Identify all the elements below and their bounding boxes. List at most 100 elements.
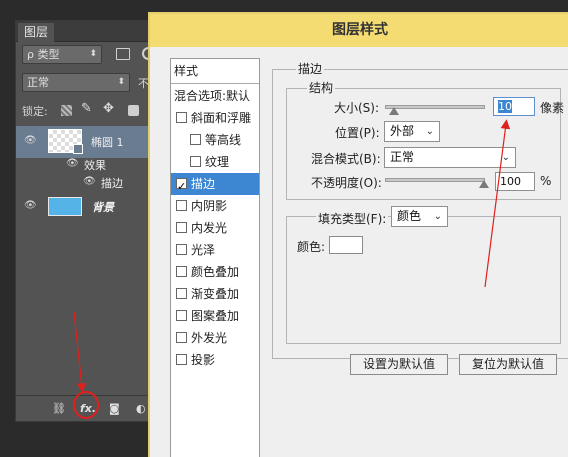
set-default-button[interactable]: 设置为默认值 xyxy=(350,354,448,375)
layer-filter-label: ρ 类型 xyxy=(27,48,60,61)
eye-icon[interactable]: 👁 xyxy=(24,200,37,211)
fill-group xyxy=(286,216,561,344)
eye-icon[interactable]: 👁 xyxy=(24,135,37,146)
style-item-12[interactable]: 外发光 xyxy=(171,327,259,349)
position-label: 位置(P): xyxy=(335,126,380,140)
style-item-4[interactable]: 纹理 xyxy=(171,151,259,173)
style-item-6[interactable]: 内阴影 xyxy=(171,195,259,217)
style-item-label: 斜面和浮雕 xyxy=(191,111,252,125)
style-checkbox[interactable] xyxy=(190,134,201,145)
style-item-label: 渐变叠加 xyxy=(191,287,240,301)
style-checkbox[interactable] xyxy=(176,354,187,365)
style-item-9[interactable]: 颜色叠加 xyxy=(171,261,259,283)
style-item-1[interactable]: 混合选项:默认 xyxy=(171,85,259,107)
lock-all-icon[interactable] xyxy=(128,105,139,116)
adjustment-layer-icon[interactable]: ◐ xyxy=(136,402,146,416)
size-value: 10 xyxy=(498,100,512,113)
size-slider[interactable] xyxy=(385,105,485,109)
style-item-5[interactable]: 描边 xyxy=(171,173,259,198)
style-item-label: 图案叠加 xyxy=(191,309,240,323)
style-checkbox[interactable] xyxy=(176,200,187,211)
style-checkbox[interactable] xyxy=(176,288,187,299)
add-mask-icon[interactable]: ◙ xyxy=(109,402,120,416)
lock-brush-icon[interactable]: ✎ xyxy=(81,101,92,116)
style-checkbox[interactable] xyxy=(176,176,187,198)
style-item-label: 等高线 xyxy=(205,133,242,147)
style-item-label: 混合选项:默认 xyxy=(174,89,251,103)
style-item-label: 投影 xyxy=(191,353,216,367)
stroke-section-title: 描边 xyxy=(296,60,325,77)
opacity-slider[interactable] xyxy=(385,178,485,182)
layer-thumbnail xyxy=(48,197,82,216)
tab-layers[interactable]: 图层 xyxy=(18,23,54,42)
layer-name: 背景 xyxy=(92,201,114,214)
styles-header-label: 样式 xyxy=(174,64,199,78)
style-item-label: 颜色叠加 xyxy=(191,265,240,279)
fill-type-select[interactable]: 颜色 ⌄ xyxy=(391,206,448,227)
position-select[interactable]: 外部 ⌄ xyxy=(384,121,440,142)
size-slider-thumb[interactable] xyxy=(389,107,399,115)
eye-icon[interactable]: 👁 xyxy=(83,176,96,187)
layers-tab-bar: 图层 xyxy=(16,21,166,42)
shape-badge-icon xyxy=(73,144,83,154)
effects-row[interactable]: 👁 效果 xyxy=(16,156,166,174)
chevron-down-icon: ⬍ xyxy=(117,77,125,87)
blend-mode-select[interactable]: 正常 ⌄ xyxy=(384,147,516,168)
layer-row-background[interactable]: 👁 背景 xyxy=(16,195,166,219)
size-input[interactable]: 10 xyxy=(493,97,535,116)
style-item-label: 内阴影 xyxy=(191,199,228,213)
color-label: 颜色: xyxy=(297,240,326,254)
style-checkbox[interactable] xyxy=(176,332,187,343)
blend-mode-value: 正常 xyxy=(390,150,415,164)
blend-mode-label: 混合模式(B): xyxy=(311,152,381,166)
opacity-slider-thumb[interactable] xyxy=(479,180,489,188)
style-checkbox[interactable] xyxy=(176,222,187,233)
lock-transparent-pixels-icon[interactable] xyxy=(61,105,72,116)
style-item-label: 外发光 xyxy=(191,331,228,345)
chevron-down-icon: ⌄ xyxy=(425,126,434,137)
style-item-label: 内发光 xyxy=(191,221,228,235)
add-layer-style-button[interactable]: fx. xyxy=(80,402,96,416)
style-item-label: 纹理 xyxy=(205,155,230,169)
chevron-down-icon: ⌄ xyxy=(501,152,510,163)
style-item-11[interactable]: 图案叠加 xyxy=(171,305,259,327)
style-checkbox[interactable] xyxy=(176,310,187,321)
reset-default-button[interactable]: 复位为默认值 xyxy=(459,354,557,375)
lock-label: 锁定: xyxy=(22,105,48,118)
stroke-effect-row[interactable]: 👁 描边 xyxy=(16,174,166,192)
layer-style-dialog: 图层样式 样式 混合选项:默认斜面和浮雕等高线纹理描边内阴影内发光光泽颜色叠加渐… xyxy=(148,12,568,457)
chevron-down-icon: ⬍ xyxy=(89,49,97,59)
link-layers-icon[interactable]: ⛓ xyxy=(52,402,66,416)
style-checkbox[interactable] xyxy=(176,112,187,123)
styles-divider xyxy=(171,83,259,84)
style-checkbox[interactable] xyxy=(176,244,187,255)
style-item-3[interactable]: 等高线 xyxy=(171,129,259,151)
opacity-input[interactable]: 100 xyxy=(495,172,535,191)
style-item-10[interactable]: 渐变叠加 xyxy=(171,283,259,305)
structure-title: 结构 xyxy=(307,79,336,96)
lock-position-icon[interactable]: ✥ xyxy=(103,101,114,116)
layer-row-ellipse[interactable]: 👁 椭圆 1 xyxy=(16,126,166,158)
layer-thumbnail xyxy=(48,129,83,154)
style-item-8[interactable]: 光泽 xyxy=(171,239,259,261)
style-item-13[interactable]: 投影 xyxy=(171,349,259,371)
blend-mode-select[interactable]: 正常 ⬍ xyxy=(22,73,130,92)
layers-panel: 图层 ρ 类型 ⬍ 正常 ⬍ 不 锁定: ✎ ✥ 👁 椭圆 1 👁 效果 👁 描… xyxy=(15,20,166,422)
style-item-label: 光泽 xyxy=(191,243,216,257)
style-item-7[interactable]: 内发光 xyxy=(171,217,259,239)
stroke-effect-label: 描边 xyxy=(101,177,123,190)
style-checkbox[interactable] xyxy=(176,266,187,277)
opacity-unit: % xyxy=(540,174,552,188)
stroke-color-swatch[interactable] xyxy=(329,236,363,254)
layer-name: 椭圆 1 xyxy=(91,136,124,149)
eye-icon[interactable]: 👁 xyxy=(66,158,79,169)
styles-list: 样式 混合选项:默认斜面和浮雕等高线纹理描边内阴影内发光光泽颜色叠加渐变叠加图案… xyxy=(170,58,260,457)
image-filter-icon[interactable] xyxy=(116,48,130,60)
layers-bottom-bar: ⛓ fx. ◙ ◐ xyxy=(16,395,166,421)
fill-type-label: 填充类型(F): xyxy=(316,210,389,227)
style-item-2[interactable]: 斜面和浮雕 xyxy=(171,107,259,129)
layer-filter-select[interactable]: ρ 类型 ⬍ xyxy=(22,45,102,64)
style-checkbox[interactable] xyxy=(190,156,201,167)
styles-header[interactable]: 样式 xyxy=(171,61,259,81)
opacity-value: 100 xyxy=(500,175,521,188)
